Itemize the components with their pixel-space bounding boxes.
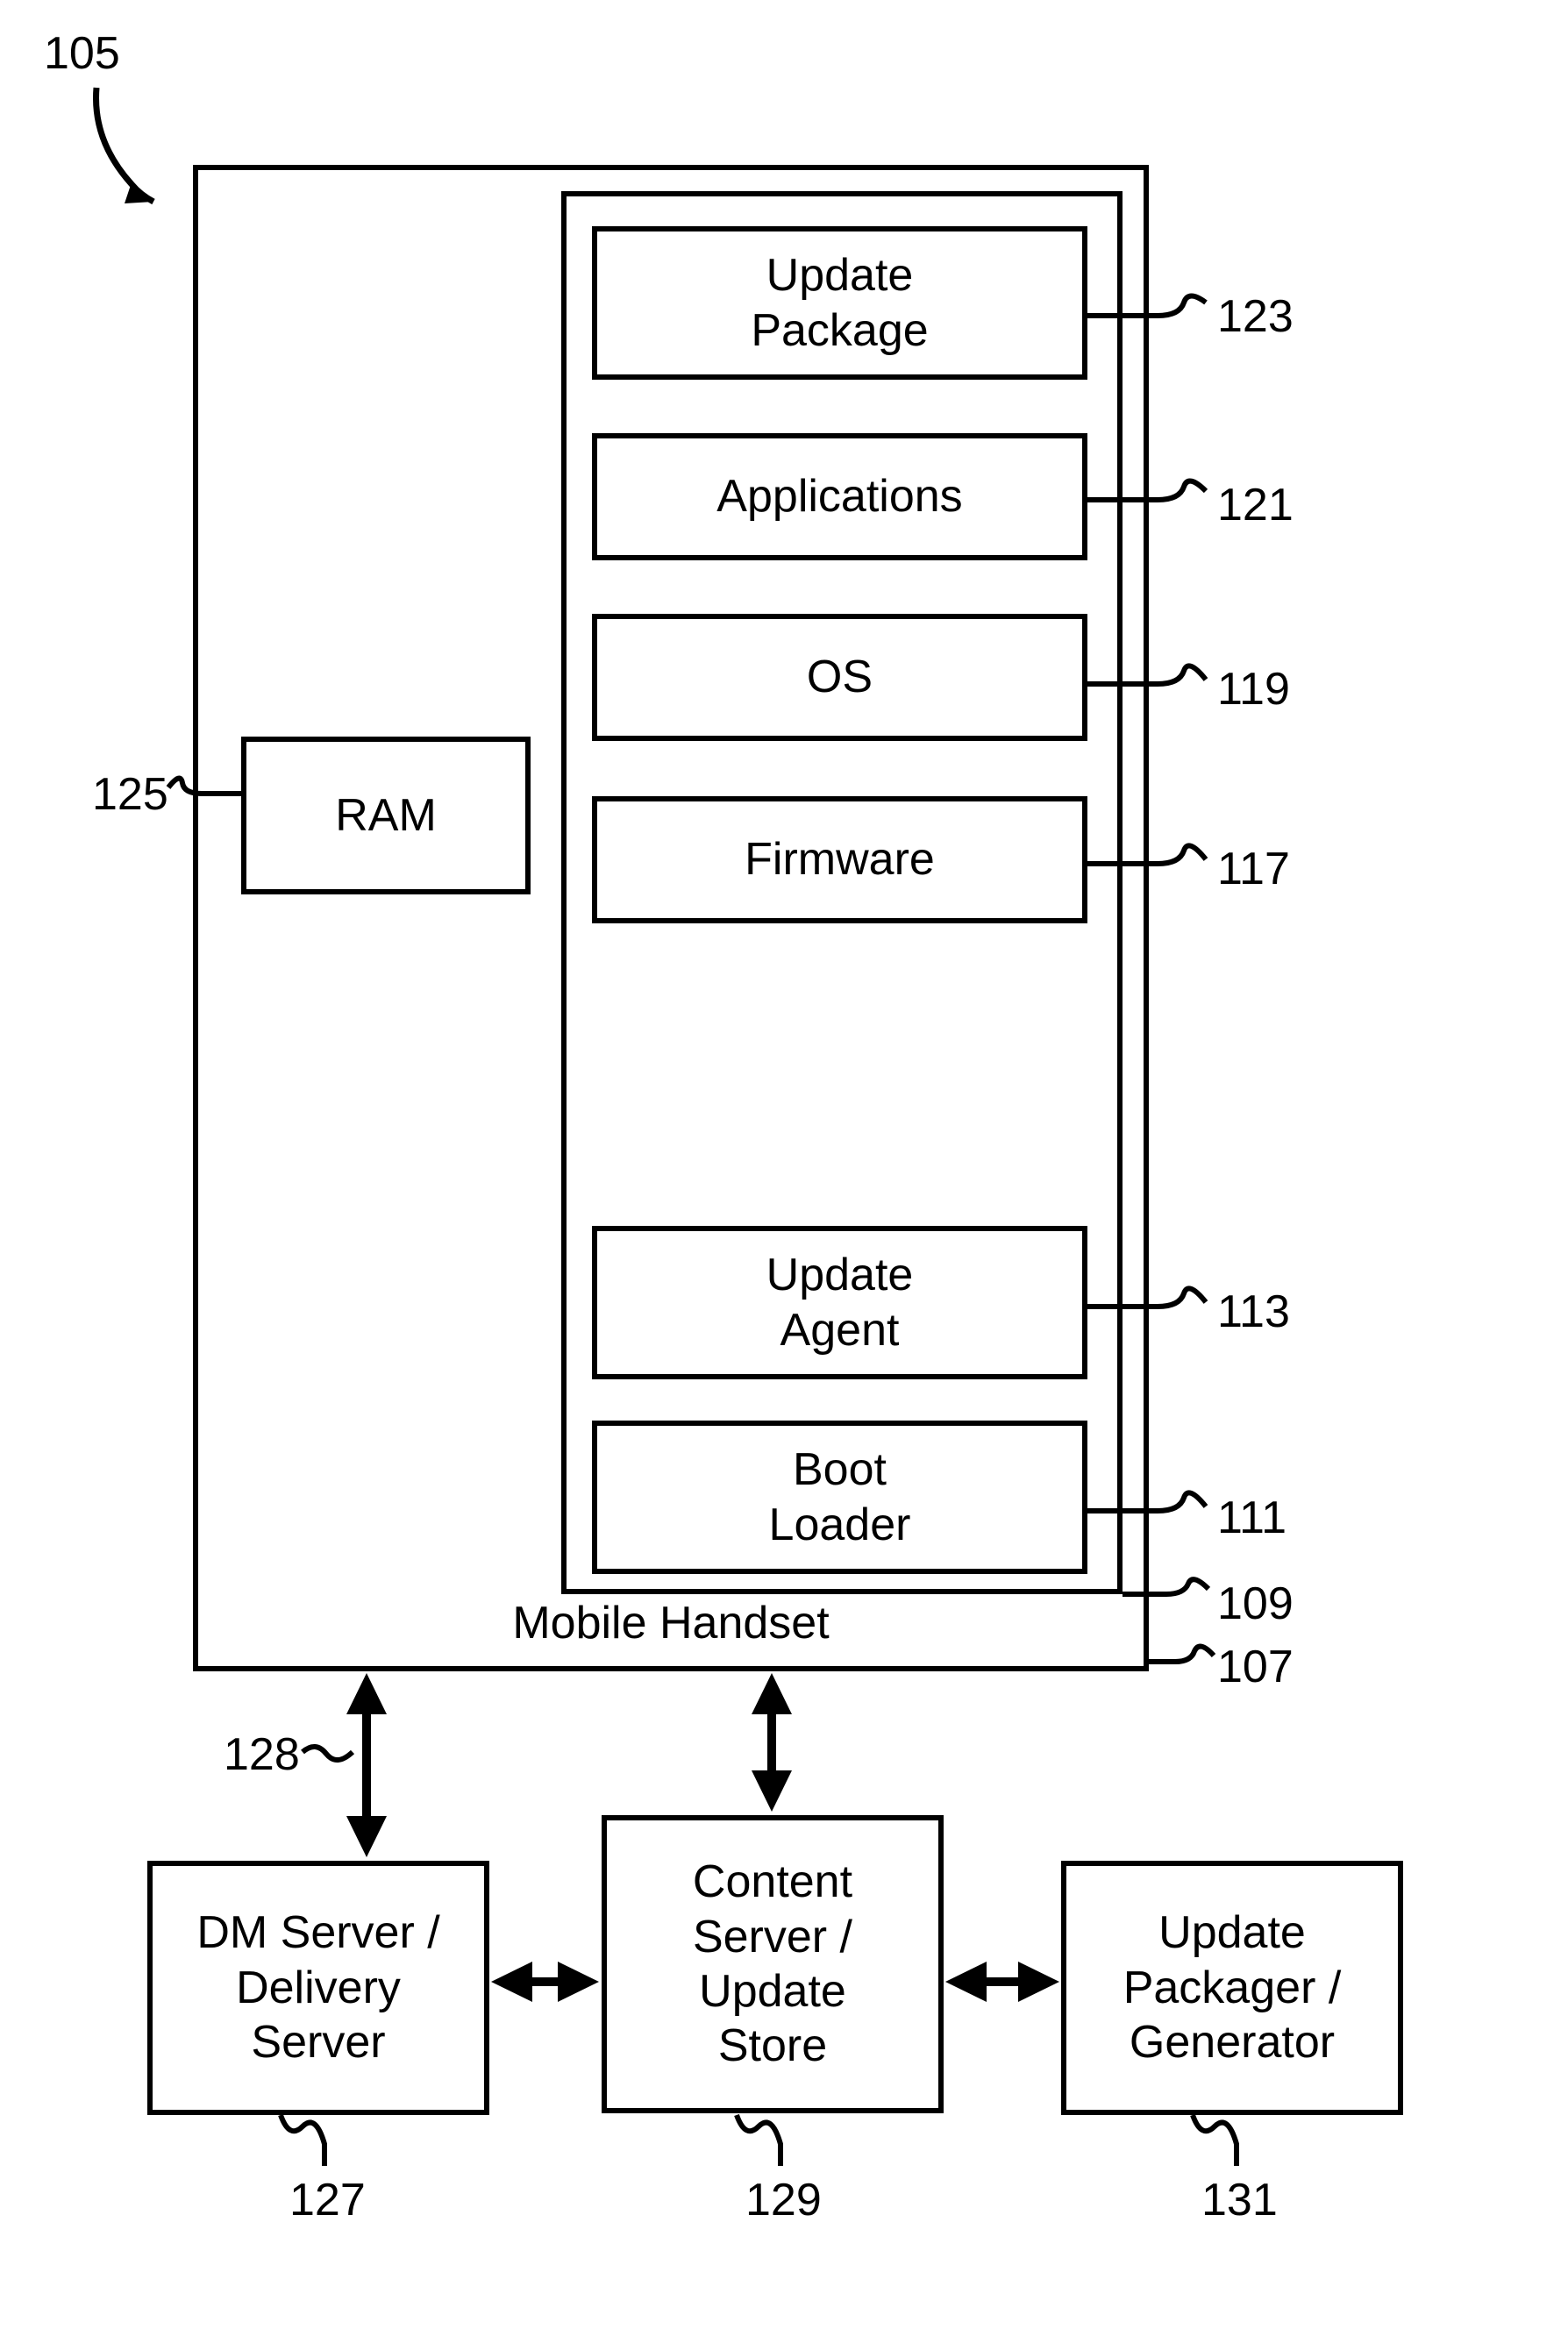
update-package-text: Update Package xyxy=(751,248,928,358)
update-package-box: Update Package xyxy=(592,226,1087,380)
ref-127: 127 xyxy=(289,2173,366,2227)
os-box: OS xyxy=(592,614,1087,741)
ref-117: 117 xyxy=(1217,842,1290,896)
content-server-text: Content Server / Update Store xyxy=(693,1855,852,2074)
ram-box: RAM xyxy=(241,737,531,894)
os-label: OS xyxy=(807,650,873,704)
ref-129: 129 xyxy=(745,2173,822,2227)
firmware-box: Firmware xyxy=(592,796,1087,923)
applications-label: Applications xyxy=(716,469,962,523)
applications-box: Applications xyxy=(592,433,1087,560)
ref-131: 131 xyxy=(1201,2173,1278,2227)
update-packager-text: Update Packager / Generator xyxy=(1123,1905,1342,2069)
dm-server-box: DM Server / Delivery Server xyxy=(147,1861,489,2115)
boot-loader-text: Boot Loader xyxy=(769,1442,911,1552)
update-agent-box: Update Agent xyxy=(592,1226,1087,1379)
ref-128: 128 xyxy=(224,1727,300,1782)
content-server-box: Content Server / Update Store xyxy=(602,1815,944,2113)
boot-loader-box: Boot Loader xyxy=(592,1421,1087,1574)
ref-107: 107 xyxy=(1217,1640,1294,1694)
ref-125: 125 xyxy=(92,767,168,822)
ref-119: 119 xyxy=(1217,662,1290,716)
update-packager-box: Update Packager / Generator xyxy=(1061,1861,1403,2115)
firmware-label: Firmware xyxy=(745,832,935,887)
update-agent-text: Update Agent xyxy=(766,1248,914,1357)
ref-121: 121 xyxy=(1217,478,1294,532)
dm-server-text: DM Server / Delivery Server xyxy=(196,1905,439,2069)
diagram-id-label: 105 xyxy=(44,26,120,81)
ram-label: RAM xyxy=(335,788,437,843)
ref-109: 109 xyxy=(1217,1577,1294,1631)
mobile-handset-title: Mobile Handset xyxy=(512,1596,829,1650)
diagram-canvas: 105 Mobile Handset RAM Update Package Ap… xyxy=(0,0,1568,2329)
ref-111: 111 xyxy=(1217,1491,1286,1545)
ref-123: 123 xyxy=(1217,289,1294,344)
ref-113: 113 xyxy=(1217,1285,1290,1339)
